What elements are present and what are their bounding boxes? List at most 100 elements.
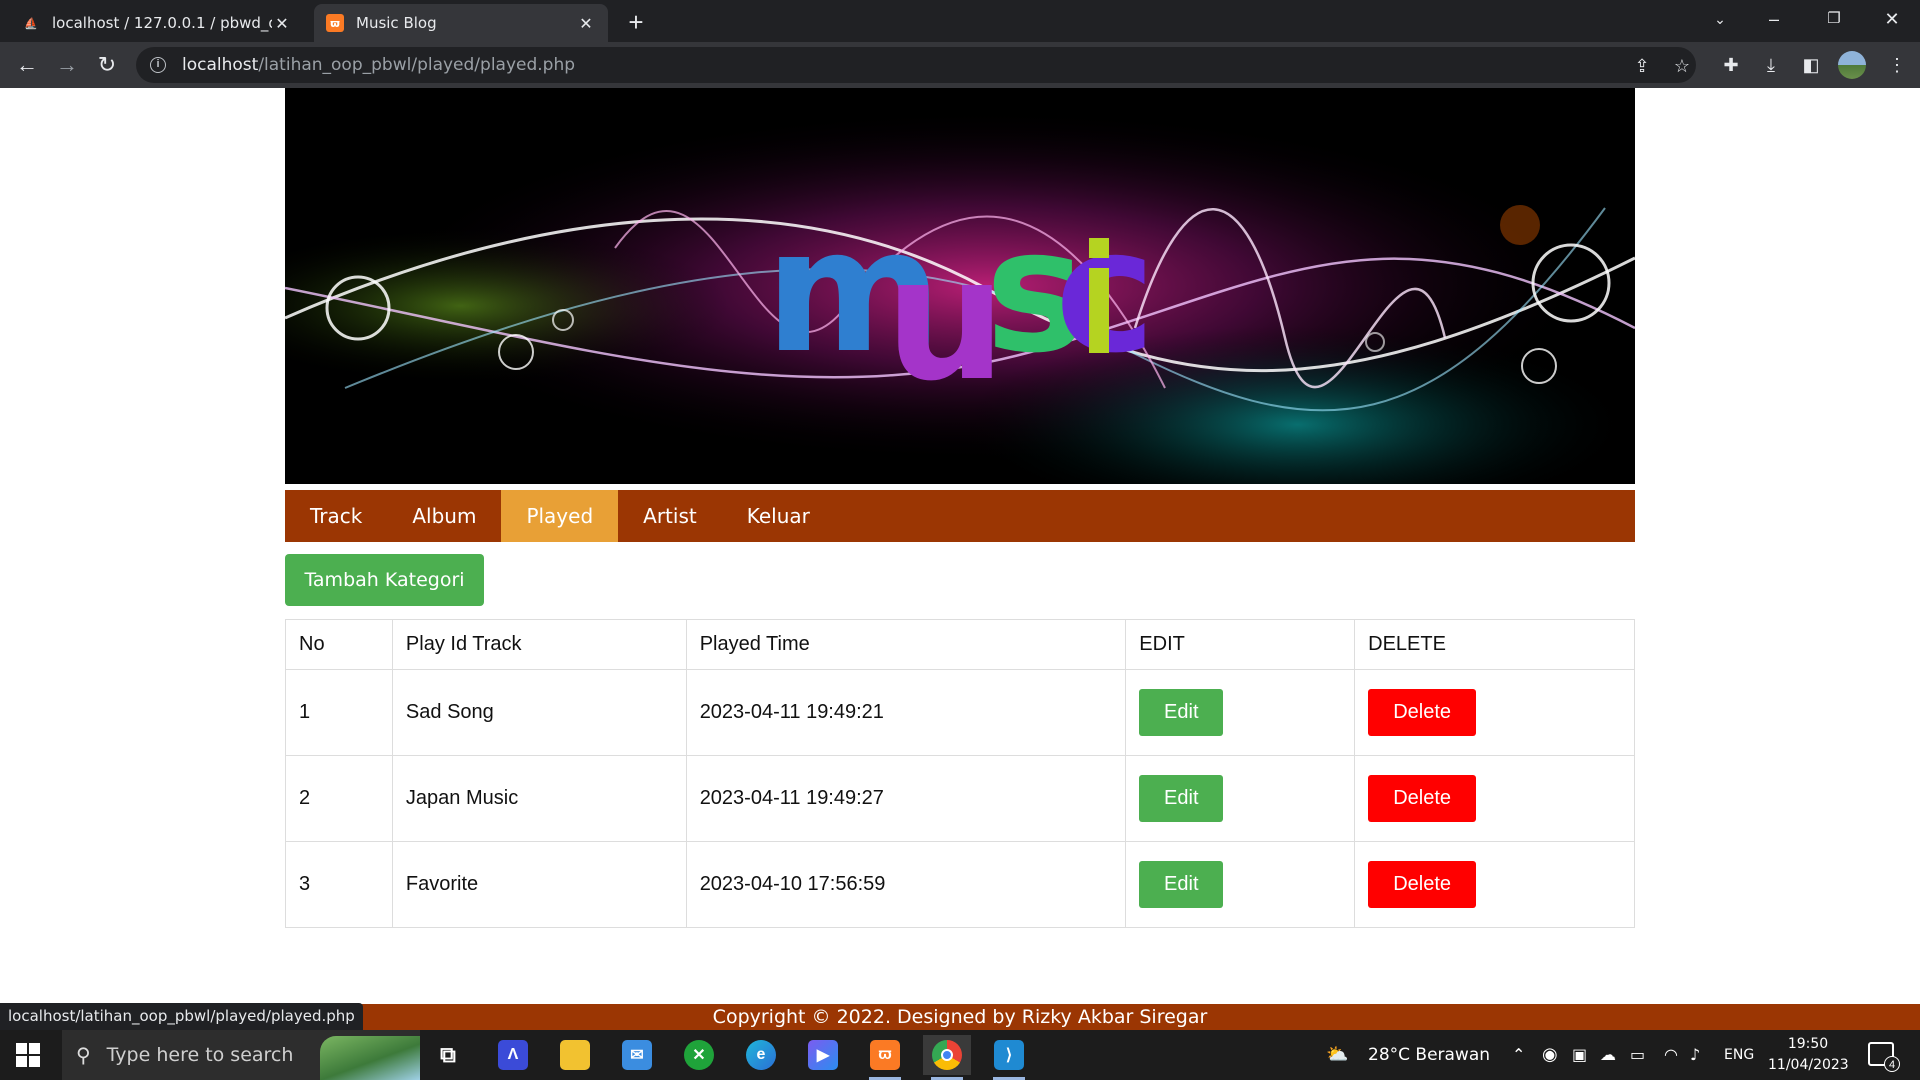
page-content: m u s c Track Album Played Artist Keluar…: [0, 88, 1920, 1030]
column-header-play-id-track: Play Id Track: [391, 619, 687, 670]
meet-icon[interactable]: ▣: [1572, 1030, 1587, 1080]
cell-played-time: 2023-04-11 19:49:27: [685, 755, 1127, 842]
address-bar[interactable]: i localhost/latihan_oop_pbwl/played/play…: [136, 47, 1696, 83]
column-header-edit: EDIT: [1125, 619, 1356, 670]
column-header-delete: DELETE: [1354, 619, 1635, 670]
clock-time: 19:50: [1787, 1036, 1829, 1052]
delete-button[interactable]: Delete: [1368, 689, 1477, 736]
cell-delete: Delete: [1354, 755, 1635, 842]
xampp-icon: ϖ: [326, 14, 344, 32]
cell-track: Favorite: [391, 841, 687, 928]
wifi-icon[interactable]: ◠: [1664, 1030, 1678, 1080]
weather-icon[interactable]: ⛅: [1326, 1030, 1348, 1080]
browser-toolbar: ← → ↻ i localhost/latihan_oop_pbwl/playe…: [0, 42, 1920, 88]
windows-taskbar: ⚲ Type here to search ⧉ Λ ✉ ✕ e ▶ ϖ ⟩ ⛅ …: [0, 1030, 1920, 1080]
delete-button[interactable]: Delete: [1368, 775, 1477, 822]
cell-track: Japan Music: [391, 755, 687, 842]
minimize-button[interactable]: –: [1746, 0, 1802, 40]
notification-count: 4: [1884, 1056, 1900, 1072]
taskbar-search-box[interactable]: ⚲ Type here to search: [62, 1030, 420, 1080]
chrome-taskbar-icon[interactable]: [923, 1035, 971, 1080]
download-icon[interactable]: ⤓: [1758, 52, 1784, 78]
clock-date: 11/04/2023: [1768, 1057, 1849, 1073]
edit-button[interactable]: Edit: [1139, 689, 1224, 736]
vscode-taskbar-icon[interactable]: ⟩: [985, 1035, 1033, 1080]
cell-edit: Edit: [1125, 841, 1356, 928]
banner-artwork: m u s c: [285, 88, 1635, 484]
cell-edit: Edit: [1125, 755, 1356, 842]
task-view-icon[interactable]: ⧉: [424, 1035, 472, 1075]
edit-button[interactable]: Edit: [1139, 775, 1224, 822]
close-icon[interactable]: ✕: [576, 14, 596, 33]
cell-no: 2: [285, 755, 393, 842]
bookmark-star-icon[interactable]: ☆: [1670, 54, 1694, 78]
table-row: 1 Sad Song 2023-04-11 19:49:21 Edit Dele…: [285, 669, 1635, 756]
mail-icon[interactable]: ✉: [613, 1035, 661, 1075]
nav-item-track[interactable]: Track: [285, 490, 387, 542]
delete-button[interactable]: Delete: [1368, 861, 1477, 908]
notification-center-icon[interactable]: 4: [1868, 1042, 1900, 1072]
table-row: 3 Favorite 2023-04-10 17:56:59 Edit Dele…: [285, 841, 1635, 928]
search-placeholder: Type here to search: [106, 1044, 294, 1066]
edit-button[interactable]: Edit: [1139, 861, 1224, 908]
column-header-played-time: Played Time: [685, 619, 1127, 670]
nav-item-album[interactable]: Album: [387, 490, 501, 542]
cell-no: 3: [285, 841, 393, 928]
windows-start-icon[interactable]: [16, 1043, 40, 1067]
restore-button[interactable]: ❐: [1806, 0, 1862, 40]
new-tab-button[interactable]: +: [620, 6, 652, 38]
nav-item-played[interactable]: Played: [501, 490, 619, 542]
status-bar-url: localhost/latihan_oop_pbwl/played/played…: [0, 1003, 363, 1030]
cell-no: 1: [285, 669, 393, 756]
record-icon[interactable]: ◉: [1542, 1030, 1558, 1080]
tab-music-blog[interactable]: ϖ Music Blog ✕: [314, 4, 608, 42]
cell-track: Sad Song: [391, 669, 687, 756]
browser-tab-bar: ⛵ localhost / 127.0.0.1 / pbwd_quiz ✕ ϖ …: [0, 0, 1920, 42]
nav-item-keluar[interactable]: Keluar: [722, 490, 835, 542]
battery-icon[interactable]: ▭: [1630, 1030, 1645, 1080]
cell-played-time: 2023-04-10 17:56:59: [685, 841, 1127, 928]
cell-delete: Delete: [1354, 669, 1635, 756]
search-icon: ⚲: [76, 1044, 91, 1067]
onedrive-icon[interactable]: ☁: [1600, 1030, 1616, 1080]
close-window-button[interactable]: ✕: [1864, 0, 1920, 40]
tab-search-chevron-icon[interactable]: ⌄: [1692, 0, 1748, 40]
xbox-icon[interactable]: ✕: [675, 1035, 723, 1075]
kebab-menu-icon[interactable]: ⋮: [1884, 52, 1910, 78]
url-text: localhost/latihan_oop_pbwl/played/played…: [182, 55, 576, 75]
tab-phpmyadmin[interactable]: ⛵ localhost / 127.0.0.1 / pbwd_quiz ✕: [10, 4, 304, 42]
file-explorer-icon[interactable]: [551, 1035, 599, 1075]
cell-edit: Edit: [1125, 669, 1356, 756]
column-header-no: No: [285, 619, 393, 670]
site-info-icon[interactable]: i: [150, 57, 166, 73]
reload-icon[interactable]: ↻: [92, 50, 122, 80]
forward-arrow-icon[interactable]: →: [52, 50, 82, 80]
nav-item-artist[interactable]: Artist: [618, 490, 722, 542]
played-table: No Play Id Track Played Time EDIT DELETE…: [285, 619, 1635, 928]
weather-text[interactable]: 28°C Berawan: [1368, 1030, 1490, 1080]
tray-chevron-up-icon[interactable]: ⌃: [1512, 1030, 1525, 1080]
search-highlight-art: [320, 1036, 420, 1080]
tab-title: localhost / 127.0.0.1 / pbwd_quiz: [52, 14, 272, 32]
xampp-taskbar-icon[interactable]: ϖ: [861, 1035, 909, 1080]
profile-avatar[interactable]: [1838, 51, 1866, 79]
back-arrow-icon[interactable]: ←: [12, 50, 42, 80]
cell-played-time: 2023-04-11 19:49:21: [685, 669, 1127, 756]
power-automate-icon[interactable]: ▶: [799, 1035, 847, 1075]
close-icon[interactable]: ✕: [272, 14, 292, 33]
language-indicator[interactable]: ENG: [1724, 1030, 1754, 1080]
share-icon[interactable]: ⇪: [1630, 54, 1654, 78]
vscode-insiders-icon[interactable]: Λ: [489, 1035, 537, 1075]
table-header-row: No Play Id Track Played Time EDIT DELETE: [285, 619, 1635, 670]
side-panel-icon[interactable]: ◧: [1798, 52, 1824, 78]
main-nav-menu: Track Album Played Artist Keluar: [285, 490, 1635, 542]
volume-icon[interactable]: ♪: [1690, 1030, 1700, 1080]
edge-icon[interactable]: e: [737, 1035, 785, 1075]
table-row: 2 Japan Music 2023-04-11 19:49:27 Edit D…: [285, 755, 1635, 842]
extensions-puzzle-icon[interactable]: ✚: [1718, 52, 1744, 78]
music-banner-image: m u s c: [285, 88, 1635, 484]
system-clock[interactable]: 19:50 11/04/2023: [1768, 1034, 1849, 1076]
phpmyadmin-icon: ⛵: [24, 16, 38, 30]
tab-title: Music Blog: [356, 14, 437, 32]
tambah-kategori-button[interactable]: Tambah Kategori: [285, 554, 484, 606]
